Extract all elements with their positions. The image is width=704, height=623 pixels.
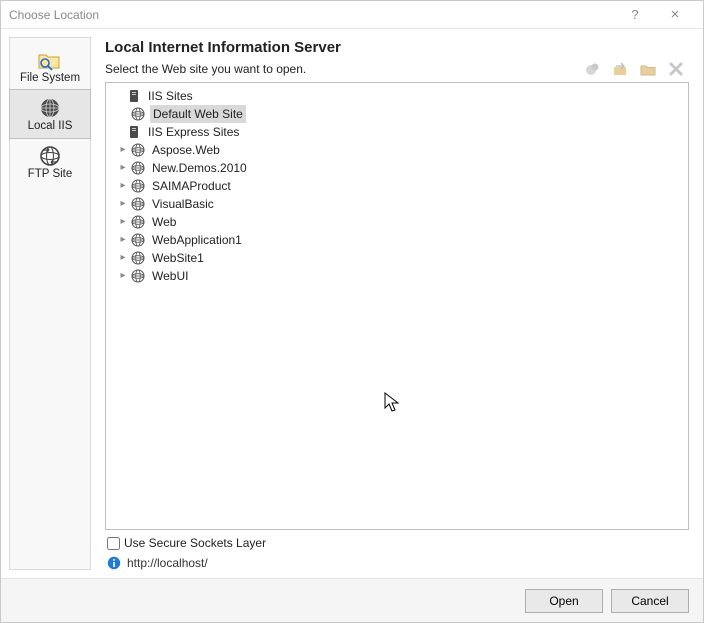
sidebar-item-local-iis[interactable]: Local IIS [10,90,90,138]
expander-icon[interactable]: ▸ [116,231,130,249]
globe-icon [130,178,146,194]
close-button[interactable]: × [655,6,695,23]
tree-label: WebSite1 [150,249,206,267]
globe-icon [130,268,146,284]
expander-icon[interactable]: ▸ [116,195,130,213]
tree-item[interactable]: ▸ VisualBasic [110,195,684,213]
globe-icon [130,106,146,122]
tree-label: Aspose.Web [150,141,222,159]
sidebar-item-ftp-site[interactable]: FTP Site [10,138,90,186]
dialog-title: Choose Location [9,8,615,22]
server-icon [126,88,142,104]
sidebar-item-file-system[interactable]: File System [10,42,90,90]
globe-icon [130,232,146,248]
tree-label: VisualBasic [150,195,216,213]
location-sidebar: File System Local IIS [9,37,91,570]
cancel-button[interactable]: Cancel [611,589,689,613]
ftp-globe-icon [36,144,64,168]
sidebar-item-label: File System [20,72,80,84]
panel-subtitle: Select the Web site you want to open. [105,62,583,76]
tree-label: WebUI [150,267,190,285]
tree-label: WebApplication1 [150,231,244,249]
tree-root-iis-sites[interactable]: IIS Sites [110,87,684,105]
expander-icon[interactable]: ▸ [116,141,130,159]
tree-label: IIS Express Sites [146,123,241,141]
expander-icon[interactable]: ▸ [116,159,130,177]
open-folder-icon[interactable] [639,60,657,78]
delete-icon[interactable] [667,60,685,78]
tree-label: SAIMAProduct [150,177,233,195]
expander-icon[interactable]: ▸ [116,249,130,267]
folder-search-icon [36,48,64,72]
tree-item-default-web-site[interactable]: Default Web Site [110,105,684,123]
new-virtual-dir-icon[interactable] [611,60,629,78]
expander-icon[interactable]: ▸ [116,267,130,285]
tree-label: New.Demos.2010 [150,159,249,177]
site-tree[interactable]: IIS Sites Default Web Site IIS Express S… [105,82,689,530]
ssl-checkbox[interactable] [107,537,120,550]
globe-icon [130,214,146,230]
url-row: http://localhost/ [105,556,689,570]
tree-item[interactable]: ▸ Aspose.Web [110,141,684,159]
sidebar-item-label: Local IIS [28,120,73,132]
open-button[interactable]: Open [525,589,603,613]
globe-icon [36,96,64,120]
help-button[interactable]: ? [615,7,655,22]
new-app-icon[interactable] [583,60,601,78]
tree-item[interactable]: ▸ Web [110,213,684,231]
titlebar: Choose Location ? × [1,1,703,29]
dialog-footer: Open Cancel [1,578,703,622]
panel-heading: Local Internet Information Server [105,39,689,56]
main-panel: Local Internet Information Server Select… [91,29,703,578]
ssl-checkbox-label: Use Secure Sockets Layer [124,536,266,550]
url-text: http://localhost/ [127,556,208,570]
expander-icon[interactable]: ▸ [116,213,130,231]
tree-item[interactable]: ▸ SAIMAProduct [110,177,684,195]
globe-icon [130,196,146,212]
ssl-checkbox-row[interactable]: Use Secure Sockets Layer [105,536,689,550]
tree-item[interactable]: ▸ New.Demos.2010 [110,159,684,177]
globe-icon [130,142,146,158]
server-icon [126,124,142,140]
expander-icon[interactable]: ▸ [116,177,130,195]
info-icon [107,556,121,570]
tree-item[interactable]: ▸ WebApplication1 [110,231,684,249]
tree-root-iis-express-sites[interactable]: IIS Express Sites [110,123,684,141]
sidebar-item-label: FTP Site [28,168,73,180]
tree-item[interactable]: ▸ WebSite1 [110,249,684,267]
below-tree: Use Secure Sockets Layer http://localhos… [105,530,689,570]
tree-label: Web [150,213,178,231]
tree-item[interactable]: ▸ WebUI [110,267,684,285]
choose-location-dialog: Choose Location ? × File System [0,0,704,623]
globe-icon [130,250,146,266]
tree-label: Default Web Site [150,105,246,123]
globe-icon [130,160,146,176]
toolbar [583,60,689,78]
tree-label: IIS Sites [146,87,195,105]
